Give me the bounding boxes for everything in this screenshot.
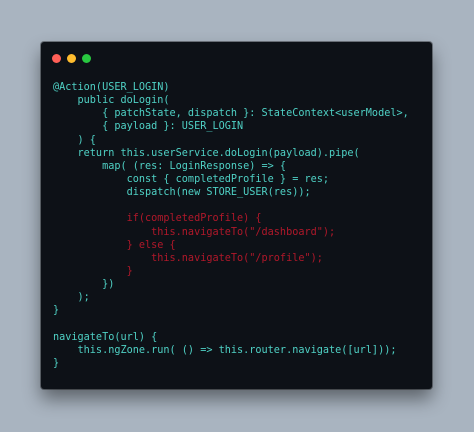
code-line: public doLogin( [53, 95, 170, 107]
minimize-button-icon[interactable] [67, 54, 76, 63]
code-line-highlight: } [53, 265, 133, 277]
code-line: @Action(USER_LOGIN) [53, 82, 170, 93]
code-line: { patchState, dispatch }: StateContext<u… [53, 108, 409, 120]
close-button-icon[interactable] [52, 54, 61, 63]
code-line: } [53, 357, 60, 369]
code-line: const { completedProfile } = res; [53, 173, 330, 185]
code-line: map( (res: LoginResponse) => { [53, 160, 287, 172]
code-line-highlight: this.navigateTo("/dashboard"); [53, 226, 336, 238]
code-line: navigateTo(url) { [53, 331, 158, 343]
code-line-highlight: } else { [53, 239, 176, 251]
code-line: return this.userService.doLogin(payload)… [53, 147, 360, 159]
code-line-highlight: if(completedProfile) { [53, 213, 262, 225]
code-line: } [53, 305, 60, 317]
window-titlebar [52, 54, 91, 64]
code-line: dispatch(new STORE_USER(res)); [53, 187, 311, 199]
maximize-button-icon[interactable] [82, 54, 91, 63]
code-line: ) { [53, 134, 96, 146]
code-line: this.ngZone.run( () => this.router.navig… [53, 344, 397, 356]
code-window: @Action(USER_LOGIN) public doLogin( { pa… [41, 42, 432, 389]
code-line: { payload }: USER_LOGIN [53, 121, 244, 133]
code-line: ); [53, 292, 90, 304]
code-block: @Action(USER_LOGIN) public doLogin( { pa… [53, 81, 409, 370]
code-line-highlight: this.navigateTo("/profile"); [53, 252, 323, 264]
code-line: }) [53, 279, 115, 291]
